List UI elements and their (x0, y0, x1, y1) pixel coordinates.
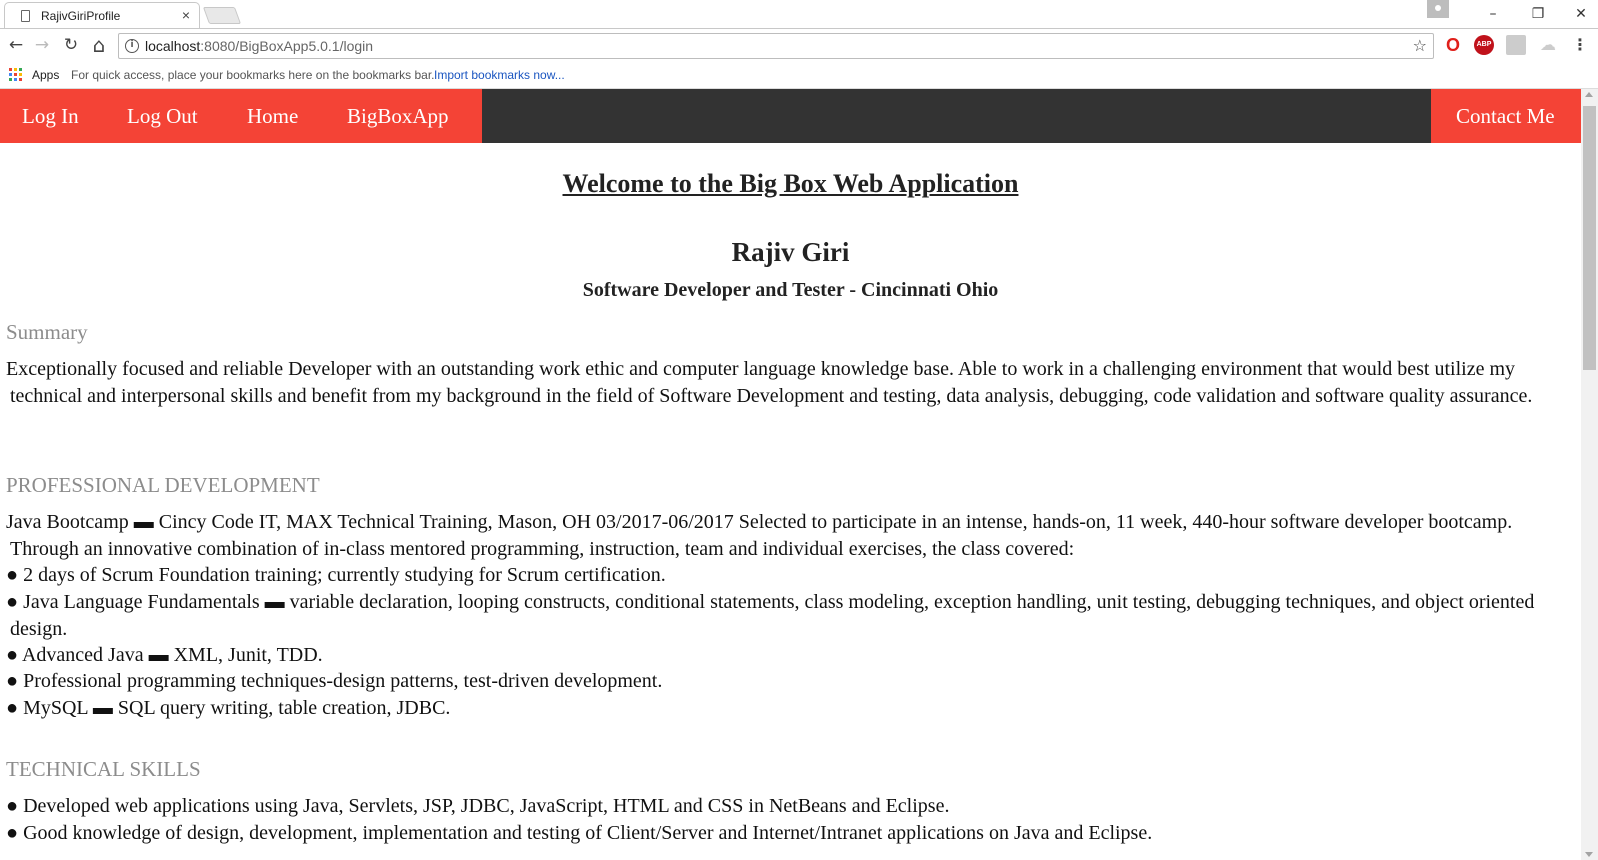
list-item: ● Professional programming techniques-de… (6, 670, 663, 692)
list-item: ● MySQL ▬ SQL query writing, table creat… (6, 697, 451, 719)
browser-menu-icon[interactable]: ⋮ (1570, 35, 1590, 55)
apps-grid-icon[interactable] (9, 68, 22, 81)
page-scrollbar[interactable] (1581, 89, 1598, 860)
browser-tab[interactable]: RajivGiriProfile × (4, 2, 200, 29)
scroll-down-arrow-icon[interactable] (1585, 852, 1593, 857)
professional-intro: Java Bootcamp ▬ Cincy Code IT, MAX Techn… (6, 511, 1513, 560)
url-text[interactable]: localhost:8080/BigBoxApp5.0.1/login (145, 38, 373, 54)
apps-grid-dot (9, 73, 12, 76)
pdf-extension-icon[interactable] (1506, 35, 1526, 55)
page-icon (21, 10, 30, 22)
info-icon[interactable]: i (125, 39, 139, 53)
restore-icon[interactable]: ❐ (1523, 3, 1553, 25)
apps-grid-dot (19, 73, 22, 76)
tab-title: RajivGiriProfile (41, 9, 121, 23)
import-bookmarks-link[interactable]: Import bookmarks now... (434, 68, 565, 82)
apps-grid-dot (14, 68, 17, 71)
professional-heading: PROFESSIONAL DEVELOPMENT (6, 473, 320, 497)
nav-bigboxapp-link[interactable]: BigBoxApp (347, 89, 449, 143)
forward-arrow-icon[interactable]: → (30, 33, 54, 57)
apps-link[interactable]: Apps (32, 68, 59, 82)
list-item: ● Developed web applications using Java,… (6, 795, 950, 817)
nav-login-link[interactable]: Log In (22, 89, 79, 143)
technical-heading: TECHNICAL SKILLS (6, 757, 201, 781)
bookmarks-bar: Apps For quick access, place your bookma… (0, 62, 1598, 89)
nav-logout-link[interactable]: Log Out (127, 89, 198, 143)
page-viewport: Log In Log Out Home BigBoxApp Contact Me… (0, 89, 1598, 860)
apps-grid-dot (9, 78, 12, 81)
profile-tagline: Software Developer and Tester - Cincinna… (582, 279, 999, 301)
bookmarks-hint: For quick access, place your bookmarks h… (71, 68, 435, 82)
opera-extension-icon[interactable]: O (1443, 35, 1463, 55)
apps-grid-dot (19, 78, 22, 81)
adblock-extension-icon[interactable]: ABP (1474, 35, 1494, 55)
apps-grid-dot (9, 68, 12, 71)
window-close-icon[interactable]: ✕ (1566, 3, 1596, 25)
apps-grid-dot (19, 68, 22, 71)
browser-tab-strip: RajivGiriProfile × – ❐ ✕ (0, 0, 1598, 29)
back-arrow-icon[interactable]: ← (4, 33, 28, 57)
summary-heading: Summary (6, 320, 88, 344)
address-bar[interactable]: i localhost:8080/BigBoxApp5.0.1/login ☆ (118, 33, 1434, 59)
welcome-heading: Welcome to the Big Box Web Application (562, 169, 1019, 198)
apps-grid-dot (14, 78, 17, 81)
browser-toolbar: ← → ↻ ⌂ i localhost:8080/BigBoxApp5.0.1/… (0, 29, 1598, 62)
list-item: ● Good knowledge of design, development,… (6, 822, 1153, 844)
bookmark-star-icon[interactable]: ☆ (1413, 36, 1427, 55)
url-host: localhost (145, 38, 201, 54)
apps-grid-dot (14, 73, 17, 76)
url-path: :8080/BigBoxApp5.0.1/login (200, 38, 374, 54)
scrollbar-thumb[interactable] (1583, 106, 1596, 370)
profile-name: Rajiv Giri (731, 237, 850, 267)
minimize-icon[interactable]: – (1478, 3, 1508, 25)
new-tab-button[interactable] (202, 7, 242, 24)
nav-contact-link[interactable]: Contact Me (1456, 89, 1555, 143)
list-item: ● Java Language Fundamentals ▬ variable … (6, 591, 1535, 640)
top-navigation-bar: Log In Log Out Home BigBoxApp Contact Me (0, 89, 1581, 143)
cloud-extension-icon[interactable]: ☁ (1538, 35, 1558, 55)
reload-icon[interactable]: ↻ (59, 33, 83, 57)
list-item: ● 2 days of Scrum Foundation training; c… (6, 564, 666, 586)
home-icon[interactable]: ⌂ (87, 33, 111, 57)
profile-icon[interactable] (1427, 0, 1449, 18)
summary-text: Exceptionally focused and reliable Devel… (6, 358, 1533, 407)
tab-close-icon[interactable]: × (182, 7, 190, 23)
scroll-up-arrow-icon[interactable] (1585, 92, 1593, 97)
nav-home-link[interactable]: Home (247, 89, 299, 143)
list-item: ● Advanced Java ▬ XML, Junit, TDD. (6, 644, 323, 666)
